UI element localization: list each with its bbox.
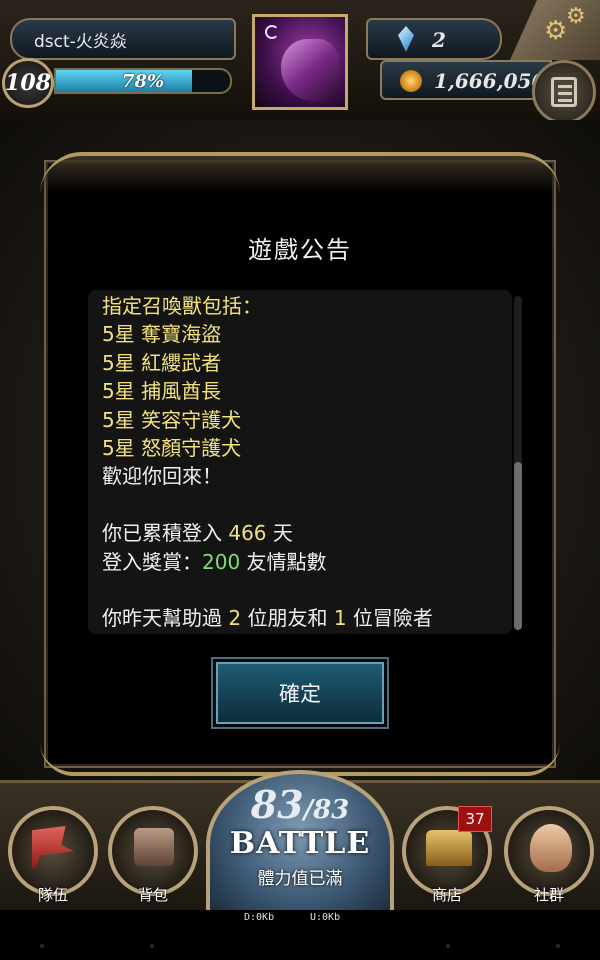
social-label: 社群 xyxy=(533,886,564,904)
stamina-max: /83 xyxy=(303,795,350,825)
shop-notification-badge: 37 xyxy=(458,806,492,832)
notice-segment: 天 xyxy=(266,521,293,546)
notice-segment: 5星 捕風酋長 xyxy=(102,379,222,404)
dialog-top-ornament xyxy=(40,152,560,194)
leader-portrait[interactable] xyxy=(252,14,348,110)
notice-segment: 歡迎你回來！ xyxy=(102,464,222,489)
scrollbar-thumb[interactable] xyxy=(514,462,522,630)
flag-icon xyxy=(32,826,74,868)
team-label: 隊伍 xyxy=(37,886,68,904)
people-icon xyxy=(530,824,572,872)
notice-line: 5星 怒顏守護犬 xyxy=(102,434,502,462)
notice-segment: 466 xyxy=(228,521,267,546)
player-name: dsct-火炎焱 xyxy=(34,31,127,52)
notice-line xyxy=(102,576,502,604)
upload-rate: U:0Kb xyxy=(310,912,341,923)
bag-button[interactable] xyxy=(108,806,198,896)
battle-label: BATTLE xyxy=(229,826,371,861)
notice-line: 歡迎你回來！ xyxy=(102,462,502,490)
nav-dot xyxy=(446,944,450,948)
download-rate: D:0Kb xyxy=(244,912,275,923)
notice-line: 你已累積登入 466 天 xyxy=(102,519,502,547)
coin-counter[interactable]: 1,666,056 xyxy=(380,60,552,100)
shop-label: 商店 xyxy=(431,886,462,904)
notice-segment: 2 xyxy=(228,606,242,631)
confirm-button[interactable]: 確定 xyxy=(216,662,384,724)
level-badge: 108 xyxy=(2,58,54,108)
notice-segment: 5星 紅纓武者 xyxy=(102,350,222,375)
stamina-counter: 83/83 xyxy=(210,782,390,827)
gem-counter[interactable]: 2 xyxy=(366,18,502,60)
notice-line: 5星 奪寶海盜 xyxy=(102,320,502,348)
exp-bar: 78% xyxy=(54,68,232,94)
nav-dot xyxy=(40,944,44,948)
treasure-chest-icon xyxy=(426,830,472,866)
team-button[interactable] xyxy=(8,806,98,896)
document-icon xyxy=(551,77,577,107)
battle-button[interactable]: 83/83 BATTLE 體力值已滿 xyxy=(206,770,394,920)
exp-percent: 78% xyxy=(121,70,165,92)
notice-segment: 200 xyxy=(202,549,241,574)
social-button[interactable] xyxy=(504,806,594,896)
gem-count: 2 xyxy=(432,28,446,52)
notice-segment: 位朋友和 xyxy=(241,606,334,631)
nav-dot xyxy=(150,944,154,948)
stamina-status: 體力值已滿 xyxy=(257,869,343,889)
coin-count: 1,666,056 xyxy=(434,69,546,93)
player-name-plate[interactable]: dsct-火炎焱 xyxy=(10,18,236,60)
notice-line: 指定召喚獸包括： xyxy=(102,292,502,320)
notice-segment: 登入獎賞： xyxy=(102,549,202,574)
moon-attribute-icon xyxy=(265,25,279,39)
notice-segment: 5星 奪寶海盜 xyxy=(102,322,222,347)
notice-segment: 指定召喚獸包括： xyxy=(102,294,262,318)
notice-segment: 5星 怒顏守護犬 xyxy=(102,435,242,460)
backpack-icon xyxy=(134,828,174,866)
dragon-avatar-icon xyxy=(281,39,339,101)
notice-segment: 友情點數 xyxy=(240,549,327,574)
gear-icon: ⚙ xyxy=(544,16,568,46)
notice-text: 指定召喚獸包括： 5星 奪寶海盜 5星 紅纓武者 5星 捕風酋長 5星 笑容守護犬 5星 … xyxy=(102,292,502,633)
notice-segment: 位冒險者 xyxy=(346,606,433,631)
system-bar xyxy=(0,910,600,960)
menu-button[interactable] xyxy=(532,60,596,124)
notice-line: 5星 笑容守護犬 xyxy=(102,406,502,434)
dialog-title: 遊戲公告 xyxy=(248,236,352,264)
notice-line: 5星 紅纓武者 xyxy=(102,349,502,377)
notice-line: 登入獎賞：200 友情點數 xyxy=(102,548,502,576)
notice-segment: 1 xyxy=(333,606,347,631)
gear-icon: ⚙ xyxy=(566,4,586,29)
notice-segment: 你已累積登入 xyxy=(102,521,229,546)
diamond-icon xyxy=(398,26,414,52)
notice-line: 5星 捕風酋長 xyxy=(102,377,502,405)
notice-line: 你昨天幫助過 2 位朋友和 1 位冒險者 xyxy=(102,604,502,632)
stamina-current: 83 xyxy=(250,782,304,827)
coin-icon xyxy=(400,70,422,92)
notice-segment: 你昨天幫助過 xyxy=(102,606,229,631)
notice-line xyxy=(102,491,502,519)
notice-segment: 5星 笑容守護犬 xyxy=(102,407,242,432)
bag-label: 背包 xyxy=(137,886,168,904)
nav-dot xyxy=(556,944,560,948)
